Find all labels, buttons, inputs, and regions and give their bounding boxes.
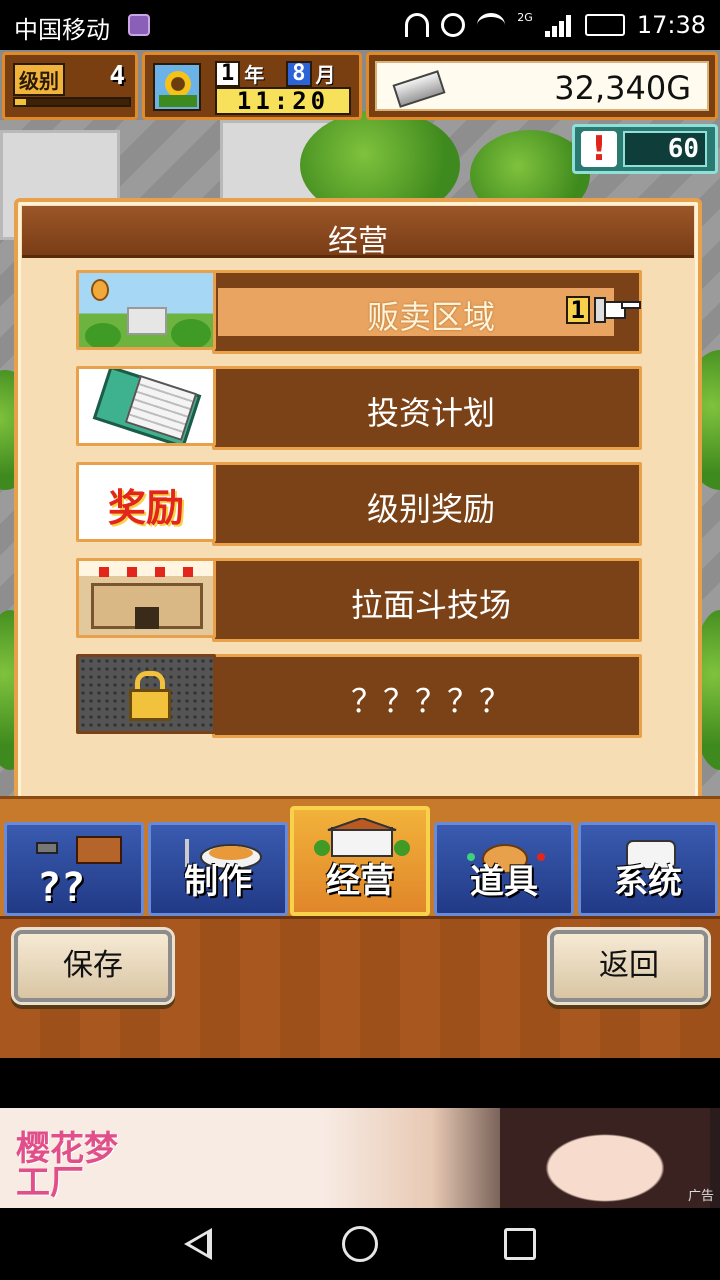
- panel-title: 经营: [328, 224, 388, 259]
- headphones-icon: [405, 13, 430, 37]
- tab-label: 系统: [614, 862, 682, 902]
- money-display: 32,340G: [366, 52, 718, 120]
- flag-icon: [183, 567, 193, 577]
- menu-item-label: 拉面斗技场: [350, 586, 511, 624]
- thumb-tree: [171, 319, 211, 347]
- arena-thumbnail: [76, 558, 216, 638]
- ad-character-image: [500, 1108, 710, 1208]
- menu-item-ramen-arena[interactable]: 拉面斗技场: [76, 558, 646, 642]
- build-tab-overlay: ??: [37, 865, 86, 911]
- level-value: 4: [109, 61, 125, 91]
- status-time: 17:38: [636, 11, 706, 39]
- menu-item-level-reward[interactable]: 奖励 级别奖励: [76, 462, 646, 546]
- app-icon: [128, 14, 150, 36]
- ad-banner[interactable]: 樱花梦工厂 广告: [0, 1108, 720, 1208]
- alert-counter[interactable]: 60: [572, 124, 718, 174]
- level-display: 级别 4: [2, 52, 138, 120]
- date-display: 1 年 8 月 11:20: [142, 52, 362, 120]
- level-progress-fill: [15, 99, 27, 105]
- game-clock: 11:20: [215, 87, 351, 115]
- status-bar: 中国移动 2G 17:38: [0, 0, 720, 50]
- nav-back-icon[interactable]: [184, 1228, 212, 1260]
- status-icons: 2G 17:38: [405, 10, 706, 40]
- panel-header: 经营: [22, 206, 694, 259]
- ad-tag: 广告: [687, 1189, 714, 1204]
- tab-system[interactable]: 系统: [578, 822, 718, 916]
- tab-label: 经营: [326, 861, 394, 901]
- wifi-icon: [477, 13, 506, 37]
- level-progress-bar: [13, 97, 131, 107]
- tab-cooking[interactable]: 制作: [148, 822, 288, 916]
- tab-label: 道具: [470, 862, 538, 902]
- menu-item-label: 级别奖励: [366, 490, 495, 528]
- tab-management[interactable]: 经营: [290, 806, 430, 916]
- save-button[interactable]: 保存: [14, 930, 172, 1002]
- game-screen: 级别 4 1 年 8 月 11:20 32,340G 60 经营: [0, 50, 720, 1058]
- management-menu-panel: 经营 贩卖区域 1 投资计划 奖励 级别奖励 拉面斗技场 ？？？？？: [14, 198, 702, 832]
- flag-icon: [127, 567, 137, 577]
- ad-spacer: [0, 1058, 720, 1108]
- hot-air-balloon-icon: [91, 279, 109, 301]
- year-value: 1: [215, 60, 241, 87]
- count-badge: 1: [565, 296, 590, 324]
- month-value: 8: [286, 60, 312, 87]
- menu-item-label: ？？？？？: [350, 682, 511, 720]
- back-button[interactable]: 返回: [550, 930, 708, 1002]
- nav-home-icon[interactable]: [342, 1226, 378, 1262]
- shop-icon: [314, 818, 410, 857]
- alarm-icon: [441, 13, 466, 37]
- menu-item-sales-area[interactable]: 贩卖区域 1: [76, 270, 646, 354]
- thumb-building: [127, 307, 167, 335]
- menu-item-locked[interactable]: ？？？？？: [76, 654, 646, 738]
- alert-value: 60: [623, 131, 707, 167]
- exclamation-icon: [581, 129, 617, 169]
- lock-icon: [129, 671, 171, 721]
- sunflower-icon: [153, 63, 201, 111]
- flag-icon: [155, 567, 165, 577]
- arena-gate: [135, 607, 159, 629]
- menu-item-label: 投资计划: [366, 394, 495, 432]
- reward-thumbnail: 奖励: [76, 462, 216, 542]
- sales-area-thumbnail: [76, 270, 216, 350]
- month-unit: 月: [315, 63, 336, 87]
- reward-thumb-text: 奖励: [107, 486, 184, 530]
- silver-bar-icon: [392, 70, 446, 108]
- money-value: 32,340G: [554, 69, 691, 107]
- pointing-hand-icon: [594, 297, 641, 323]
- tab-label: 制作: [184, 862, 252, 902]
- battery-charging-icon: [584, 14, 625, 36]
- menu-item-investment-plan[interactable]: 投资计划: [76, 366, 646, 450]
- tab-items[interactable]: 道具: [434, 822, 574, 916]
- thumb-tree: [85, 323, 121, 347]
- tab-build[interactable]: ??: [4, 822, 144, 916]
- network-type: 2G: [517, 10, 533, 24]
- locked-thumbnail: [76, 654, 216, 734]
- ad-logo: 樱花梦工厂: [16, 1129, 118, 1203]
- flag-icon: [99, 567, 109, 577]
- carrier-label: 中国移动: [14, 16, 110, 44]
- navigation-bar: [0, 1208, 720, 1280]
- investment-thumbnail: [76, 366, 216, 446]
- signal-icon: [544, 13, 573, 37]
- year-unit: 年: [244, 63, 265, 87]
- date-row: 1 年 8 月: [215, 59, 336, 88]
- level-label: 级别: [13, 63, 65, 96]
- nav-recents-icon[interactable]: [504, 1228, 536, 1260]
- money-panel: 32,340G: [375, 61, 709, 111]
